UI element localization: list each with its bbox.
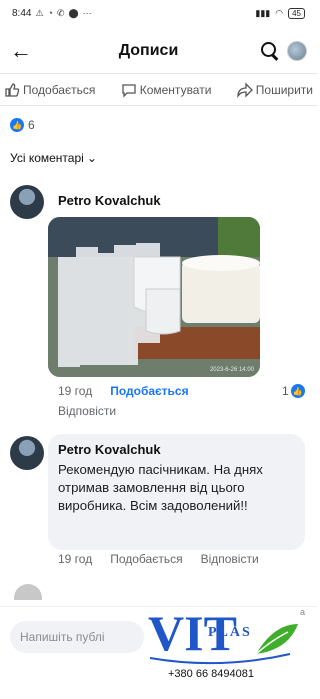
- comment-like-button[interactable]: Подобається: [110, 552, 182, 566]
- phone-icon: ✆: [56, 7, 65, 18]
- comment-like-button[interactable]: Подобається: [110, 384, 188, 398]
- status-bar: 8:44 ⚠ ◔ ✆ ⬤ ··· ▮▮▮ ◠ 45: [0, 0, 317, 26]
- comment-like-count-value: 1: [282, 384, 289, 398]
- comment-reply-button[interactable]: Відповісти: [58, 404, 116, 418]
- photo-containers-image: [48, 217, 260, 377]
- comments-filter-label: Усі коментарі: [10, 151, 84, 165]
- post-actions: Подобається Коментувати Поширити: [0, 74, 317, 106]
- like-action-button[interactable]: Подобається: [4, 82, 95, 98]
- notification-icon: ⚠: [35, 7, 44, 18]
- next-commenter-avatar: [14, 584, 42, 600]
- comment-meta: 19 год Подобається: [58, 384, 189, 398]
- reaction-summary[interactable]: 👍 6: [10, 118, 35, 132]
- back-arrow-icon[interactable]: ←: [10, 38, 38, 64]
- comment-action-label: Коментувати: [139, 82, 212, 97]
- comment-input[interactable]: Напишіть публі: [10, 621, 144, 653]
- chevron-down-icon: ⌄: [86, 151, 97, 165]
- logo-brand-bottom: PLAS: [208, 625, 252, 640]
- signal-icon: ▮▮▮: [255, 7, 271, 18]
- logo-phone: +380 66 8494081: [168, 668, 254, 680]
- share-icon: [237, 81, 253, 98]
- comment-action-button[interactable]: Коментувати: [121, 82, 212, 98]
- comment-reply-button[interactable]: Відповісти: [201, 552, 259, 566]
- thumbs-up-icon: [5, 82, 20, 97]
- commenter-avatar[interactable]: [10, 185, 44, 219]
- comment-bubble: Petro Kovalchuk Рекомендую пасічникам. Н…: [48, 434, 305, 550]
- comment-author[interactable]: Petro Kovalchuk: [58, 193, 161, 208]
- commenter-avatar[interactable]: [10, 436, 44, 470]
- search-icon[interactable]: [259, 40, 281, 62]
- status-time: 8:44: [12, 7, 32, 19]
- like-reaction-icon: 👍: [10, 118, 24, 132]
- comment-text: Рекомендую пасічникам. На днях отримав з…: [58, 462, 263, 513]
- vitplas-logo-graphic: VIT PLAS: [148, 605, 298, 665]
- page-title: Дописи: [118, 41, 179, 59]
- comment-icon: [122, 83, 136, 98]
- share-action-label: Поширити: [255, 82, 313, 97]
- comment-author[interactable]: Petro Kovalchuk: [58, 442, 295, 457]
- top-nav: ← Дописи: [0, 28, 317, 74]
- profile-avatar[interactable]: [287, 40, 307, 61]
- photo-timestamp: 2023-6-26 14:00: [209, 367, 254, 373]
- like-reaction-icon: 👍: [290, 384, 305, 398]
- like-action-label: Подобається: [23, 82, 96, 97]
- reaction-count: 6: [28, 118, 35, 132]
- comment-like-count[interactable]: 1 👍: [282, 384, 305, 398]
- comment-time: 19 год: [58, 384, 93, 398]
- location-icon: ⬤: [68, 7, 79, 18]
- comments-filter-dropdown[interactable]: Усі коментарі ⌄: [10, 151, 97, 165]
- comment-photo[interactable]: 2023-6-26 14:00: [48, 217, 260, 377]
- status-icons: ⚠ ◔ ✆ ⬤ ···: [35, 8, 91, 19]
- vitplas-logo: VIT PLAS +380 66 8494081: [146, 605, 306, 694]
- status-right: ▮▮▮ ◠ 45: [255, 7, 305, 19]
- more-icon: ···: [82, 7, 92, 18]
- comment-reply-row: Відповісти: [58, 404, 116, 418]
- share-action-button[interactable]: Поширити: [237, 81, 313, 98]
- whatsapp-icon: ◔: [47, 7, 53, 18]
- battery-icon: 45: [288, 7, 305, 19]
- comment-time: 19 год: [58, 552, 93, 566]
- comment-meta: 19 год Подобається Відповісти: [58, 552, 259, 566]
- wifi-icon: ◠: [275, 7, 284, 18]
